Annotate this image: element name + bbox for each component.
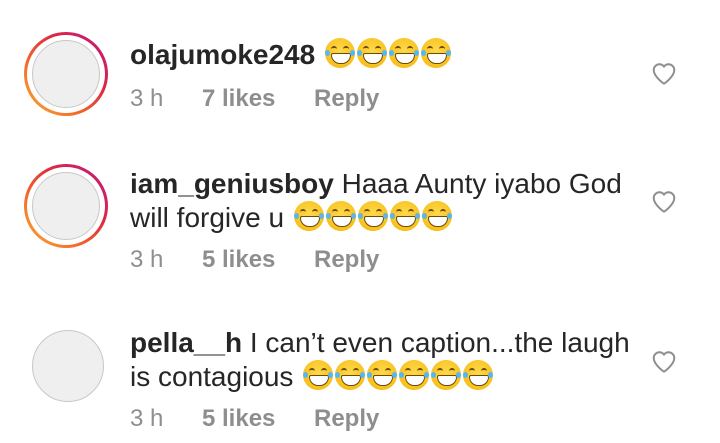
grinning-squinting-face-with-tears-icon [421,201,452,231]
avatar[interactable] [32,172,100,240]
grinning-squinting-face-with-tears-icon [303,360,334,390]
comment-time: 3 h [130,246,164,273]
comment-meta: 3 h 5 likes Reply [130,404,379,434]
comment-meta: 3 h 7 likes Reply [130,84,379,114]
comment-likes[interactable]: 5 likes [202,404,314,434]
avatar[interactable] [32,330,104,402]
grinning-squinting-face-with-tears-icon [463,360,494,390]
grinning-squinting-face-with-tears-icon [324,38,355,68]
grinning-squinting-face-with-tears-icon [399,360,430,390]
comment-text: olajumoke248 [130,38,630,72]
heart-outline-icon[interactable] [651,189,677,215]
heart-outline-icon[interactable] [651,349,677,375]
grinning-squinting-face-with-tears-icon [389,201,420,231]
grinning-squinting-face-with-tears-icon [420,38,451,68]
comment-text: iam_geniusboy Haaa Aunty iyabo God will … [130,167,630,235]
comment-text: pella__h I can’t even caption...the laug… [130,326,630,394]
reply-button[interactable]: Reply [314,245,379,275]
comment-likes[interactable]: 7 likes [202,84,314,114]
avatar-story-ring[interactable] [24,164,108,248]
comment-username[interactable]: iam_geniusboy [130,168,334,199]
grinning-squinting-face-with-tears-icon [335,360,366,390]
heart-outline-icon[interactable] [651,61,677,87]
emoji-row [301,360,494,392]
comment-username[interactable]: pella__h [130,327,242,358]
comment-time: 3 h [130,405,164,432]
avatar-story-ring[interactable] [24,32,108,116]
comment-username[interactable]: olajumoke248 [130,39,315,70]
grinning-squinting-face-with-tears-icon [357,201,388,231]
reply-button[interactable]: Reply [314,84,379,114]
emoji-row [323,38,451,70]
grinning-squinting-face-with-tears-icon [388,38,419,68]
comment-time: 3 h [130,85,164,112]
emoji-row [292,201,452,233]
grinning-squinting-face-with-tears-icon [325,201,356,231]
grinning-squinting-face-with-tears-icon [367,360,398,390]
reply-button[interactable]: Reply [314,404,379,434]
avatar[interactable] [32,40,100,108]
comment-likes[interactable]: 5 likes [202,245,314,275]
grinning-squinting-face-with-tears-icon [356,38,387,68]
grinning-squinting-face-with-tears-icon [293,201,324,231]
comment-meta: 3 h 5 likes Reply [130,245,379,275]
grinning-squinting-face-with-tears-icon [431,360,462,390]
